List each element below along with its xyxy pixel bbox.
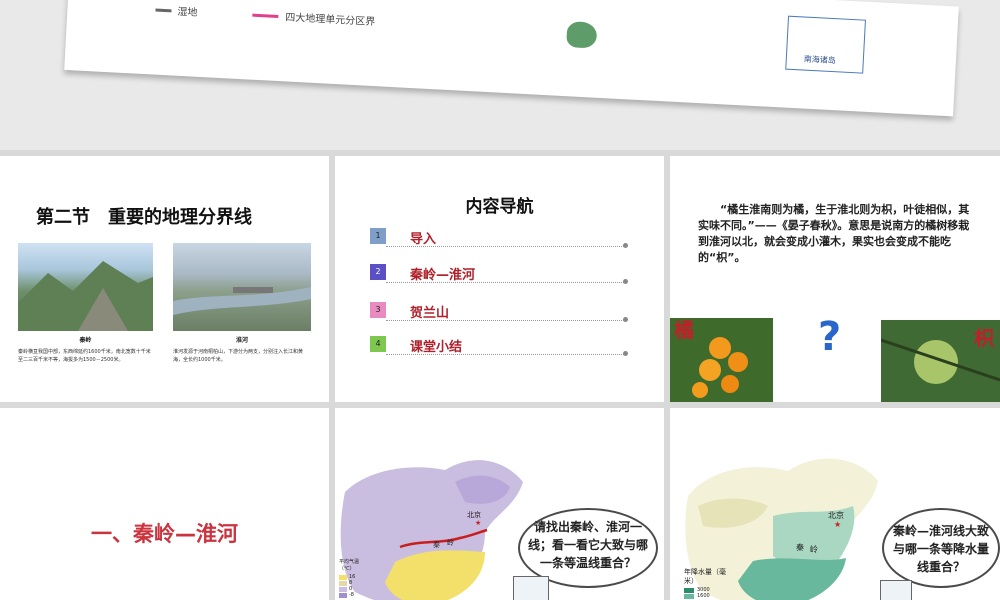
question-bubble: 秦岭—淮河线大致与哪一条等降水量线重合？	[882, 508, 1000, 588]
ling-label: 岭	[810, 545, 818, 554]
nav-item-3[interactable]: 3 贺兰山	[370, 302, 628, 322]
legend-value: 1600	[697, 593, 710, 599]
nav-item-4[interactable]: 4 课堂小结	[370, 336, 628, 356]
nav-item-label: 课堂小结	[410, 340, 463, 355]
nav-number-badge: 2	[370, 264, 386, 280]
photo2-caption: 淮河	[235, 337, 248, 344]
slide-title: 内容导航	[465, 197, 534, 217]
south-china-sea-inset	[513, 576, 549, 600]
top-map-slide[interactable]: 湿地 四大地理单元分区界 南海诸岛	[64, 0, 959, 117]
temperature-legend: 平均气温（℃） 16 8 0 -8	[339, 558, 369, 598]
nav-dot-icon	[623, 243, 628, 248]
nav-number-badge: 4	[370, 336, 386, 352]
ling-label: 岭	[447, 539, 454, 547]
legend-swatch	[684, 593, 694, 599]
legend-swatch	[339, 574, 347, 580]
legend-wetland-icon	[155, 8, 172, 13]
photo2-text: 淮河发源于河南桐柏山，下游分为两支，分别注入长江和黄海，全长约1000千米。	[173, 349, 304, 363]
legend-swatch	[339, 580, 347, 586]
south-china-sea-inset	[880, 580, 912, 600]
nav-item-2[interactable]: 2 秦岭—淮河	[370, 264, 628, 284]
slide-thumbnail-6[interactable]: 北京 ★ 秦 岭 年降水量（毫米） 3000 1600 秦岭—淮河线大致与哪一条…	[670, 408, 1000, 600]
nav-dot-icon	[623, 317, 628, 322]
nav-number-badge: 3	[370, 302, 386, 318]
nav-number-badge: 1	[370, 228, 386, 244]
legend-boundary-icon	[252, 13, 279, 18]
nav-item-label: 秦岭—淮河	[410, 268, 476, 283]
huaihe-photo	[173, 243, 311, 331]
beijing-star-icon: ★	[834, 520, 842, 529]
nav-item-1[interactable]: 1 导入	[370, 228, 628, 248]
slide-thumbnail-2[interactable]: 内容导航 1 导入 2 秦岭—淮河 3 贺兰山 4 课堂小结	[335, 156, 664, 402]
nav-dot-icon	[623, 351, 628, 356]
photo1-caption: 秦岭	[79, 337, 92, 344]
inset-map-label: 南海诸岛	[803, 54, 837, 66]
slide-thumbnail-4[interactable]: 一、秦岭—淮河	[0, 408, 329, 600]
qin-label: 秦	[796, 543, 804, 552]
river-icon	[173, 287, 311, 315]
right-fruit-label: 枳	[974, 326, 994, 350]
nav-dot-icon	[623, 279, 628, 284]
left-fruit-label: 橘	[674, 318, 694, 342]
qin-label: 秦	[433, 541, 440, 549]
nav-item-label: 导入	[410, 232, 437, 247]
slide-title: 第二节 重要的地理分界线	[36, 207, 252, 228]
top-slide-strip: 湿地 四大地理单元分区界 南海诸岛	[0, 0, 1000, 150]
legend-title: 平均气温（℃）	[339, 559, 360, 572]
legend-swatch	[684, 587, 694, 593]
legend-swatch	[339, 586, 347, 592]
beijing-star-icon: ★	[475, 519, 482, 527]
qinling-photo	[18, 243, 153, 331]
slide-thumbnail-5[interactable]: 北京 ★ 秦 岭 平均气温（℃） 16 8 0 -8 请找出秦岭、淮河一线；看一…	[335, 408, 664, 600]
hainan-island-icon	[566, 21, 598, 49]
legend-swatch	[339, 592, 347, 598]
precipitation-legend: 年降水量（毫米） 3000 1600	[684, 568, 744, 599]
slide-thumbnail-1[interactable]: 第二节 重要的地理分界线 秦岭 秦岭横亘我国中部，东西绵延约1600千米，南北宽…	[0, 156, 329, 402]
legend-boundary-label: 四大地理单元分区界	[284, 12, 376, 29]
legend-title: 年降水量（毫米）	[684, 568, 726, 585]
nav-item-label: 贺兰山	[410, 306, 450, 321]
quote-text: “橘生淮南则为橘，生于淮北则为枳，叶徒相似，其实味不同。”——《晏子春秋》。意思…	[698, 203, 970, 264]
legend-value: -8	[349, 592, 354, 598]
question-mark-icon: ?	[818, 314, 842, 360]
photo1-text: 秦岭横亘我国中部，东西绵延约1600千米，南北宽数十千米至二三百千米不等，海拔多…	[18, 349, 151, 363]
legend-wetland-label: 湿地	[177, 6, 198, 19]
slide-thumbnail-3[interactable]: “橘生淮南则为橘，生于淮北则为枳，叶徒相似，其实味不同。”——《晏子春秋》。意思…	[670, 156, 1000, 402]
section-heading: 一、秦岭—淮河	[91, 522, 238, 546]
mountain-icon	[18, 261, 153, 331]
